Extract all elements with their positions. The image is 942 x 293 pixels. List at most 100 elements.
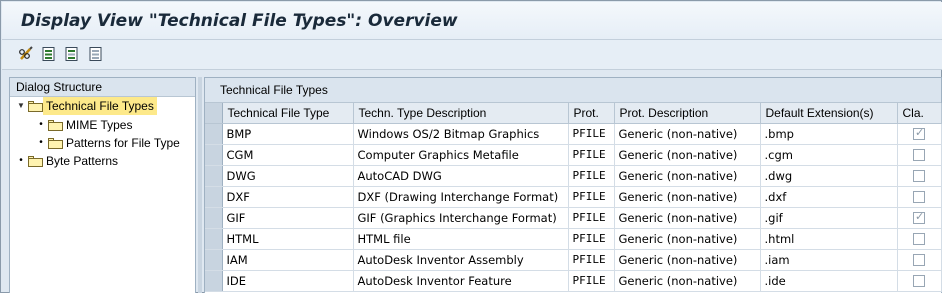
bullet-icon: • <box>39 137 43 148</box>
bullet-icon: • <box>39 119 43 130</box>
column-header-type-description[interactable]: Techn. Type Description <box>353 103 569 124</box>
cell-prot: PFILE <box>568 270 615 292</box>
select-block-button[interactable] <box>63 45 81 63</box>
row-selector[interactable] <box>205 270 223 292</box>
cell-default-extension: .ide <box>760 270 898 292</box>
title-bar: Display View "Technical File Types": Ove… <box>2 2 942 40</box>
cell-prot-description: Generic (non-native) <box>614 228 761 250</box>
row-selector[interactable] <box>205 144 223 166</box>
table-row[interactable]: DWG AutoCAD DWG PFILE Generic (non-native).… <box>205 165 942 187</box>
tree-item-patterns-for-file-type[interactable]: • Patterns for File Type <box>36 134 180 152</box>
expand-arrow-icon[interactable]: ▼ <box>16 97 26 115</box>
glasses-pencil-icon <box>19 46 33 60</box>
dialog-structure-header: Dialog Structure <box>10 78 195 97</box>
cell-prot: PFILE <box>568 207 615 229</box>
technical-file-types-table: Technical File Type Techn. Type Descript… <box>205 103 942 292</box>
cell-default-extension: .dwg <box>760 165 898 187</box>
select-all-icon <box>42 47 55 61</box>
select-block-icon <box>65 47 78 61</box>
table-title: Technical File Types <box>205 78 941 103</box>
tree-item-technical-file-types[interactable]: ▼ Technical File Types <box>16 97 157 115</box>
cell-default-extension: .html <box>760 228 898 250</box>
column-header-prot-description[interactable]: Prot. Description <box>614 103 761 124</box>
cell-cla <box>897 165 942 187</box>
deselect-all-button[interactable] <box>87 45 105 63</box>
tree-item-label: Patterns for File Type <box>66 136 180 150</box>
cell-prot-description: Generic (non-native) <box>614 270 761 292</box>
cla-checkbox[interactable] <box>913 191 925 204</box>
cell-type-description: AutoDesk Inventor Feature <box>353 270 569 292</box>
cla-checkbox[interactable] <box>913 275 925 288</box>
cell-type-description: AutoDesk Inventor Assembly <box>353 249 569 271</box>
cell-prot-description: Generic (non-native) <box>614 165 761 187</box>
cell-type-description: GIF (Graphics Interchange Format) <box>353 207 569 229</box>
cell-type-description: DXF (Drawing Interchange Format) <box>353 186 569 208</box>
cell-prot: PFILE <box>568 186 615 208</box>
folder-icon <box>48 137 63 149</box>
row-selector[interactable] <box>205 186 223 208</box>
cell-cla <box>897 123 942 145</box>
cell-type-description: HTML file <box>353 228 569 250</box>
table-header-row: Technical File Type Techn. Type Descript… <box>205 103 942 124</box>
cell-cla <box>897 228 942 250</box>
cla-checkbox[interactable] <box>913 126 925 141</box>
row-selector[interactable] <box>205 249 223 271</box>
cell-technical-file-type: GIF <box>222 207 354 229</box>
cla-checkbox[interactable] <box>913 149 925 162</box>
cell-technical-file-type: CGM <box>222 144 354 166</box>
cell-prot-description: Generic (non-native) <box>614 249 761 271</box>
row-selector[interactable] <box>205 123 223 145</box>
tree-item-label: Byte Patterns <box>46 154 119 168</box>
select-all-rows-cell[interactable] <box>205 103 223 124</box>
cell-cla <box>897 249 942 271</box>
cell-prot-description: Generic (non-native) <box>614 186 761 208</box>
table-row[interactable]: GIF GIF (Graphics Interchange Format) PFIL… <box>205 207 942 229</box>
cell-technical-file-type: IAM <box>222 249 354 271</box>
table-row[interactable]: IAM AutoDesk Inventor Assembly PFILE Generi… <box>205 249 942 271</box>
cell-type-description: AutoCAD DWG <box>353 165 569 187</box>
table-row[interactable]: IDE AutoDesk Inventor Feature PFILE Generic… <box>205 270 942 292</box>
table-row[interactable]: BMP Windows OS/2 Bitmap Graphics PFILE Gene… <box>205 123 942 145</box>
cell-cla <box>897 270 942 292</box>
column-header-prot[interactable]: Prot. <box>568 103 615 124</box>
table-row[interactable]: CGM Computer Graphics Metafile PFILE Generi… <box>205 144 942 166</box>
cell-type-description: Computer Graphics Metafile <box>353 144 569 166</box>
cla-checkbox[interactable] <box>913 233 925 246</box>
cla-checkbox[interactable] <box>913 254 925 267</box>
bullet-icon: • <box>19 155 23 166</box>
select-all-button[interactable] <box>40 45 58 63</box>
cell-default-extension: .bmp <box>760 123 898 145</box>
pane-splitter[interactable] <box>198 77 202 293</box>
row-selector[interactable] <box>205 165 223 187</box>
column-header-technical-file-type[interactable]: Technical File Type <box>222 103 354 124</box>
cell-default-extension: .iam <box>760 249 898 271</box>
table-row[interactable]: DXF DXF (Drawing Interchange Format) PFILE… <box>205 186 942 208</box>
cell-prot-description: Generic (non-native) <box>614 207 761 229</box>
application-toolbar <box>2 40 942 70</box>
cell-default-extension: .cgm <box>760 144 898 166</box>
deselect-all-icon <box>89 47 102 61</box>
cla-checkbox[interactable] <box>913 170 925 183</box>
cell-technical-file-type: DXF <box>222 186 354 208</box>
cell-cla <box>897 207 942 229</box>
cell-technical-file-type: DWG <box>222 165 354 187</box>
folder-open-icon <box>28 100 43 112</box>
display-change-button[interactable] <box>17 45 35 63</box>
dialog-structure-pane: Dialog Structure ▼ Technical File Types … <box>9 77 196 293</box>
cell-technical-file-type: HTML <box>222 228 354 250</box>
tree-item-byte-patterns[interactable]: • Byte Patterns <box>16 152 118 170</box>
cell-cla <box>897 186 942 208</box>
row-selector[interactable] <box>205 207 223 229</box>
folder-icon <box>28 155 43 167</box>
cell-prot-description: Generic (non-native) <box>614 144 761 166</box>
cla-checkbox[interactable] <box>913 210 925 225</box>
cell-prot: PFILE <box>568 228 615 250</box>
row-selector[interactable] <box>205 228 223 250</box>
table-row[interactable]: HTML HTML file PFILE Generic (non-native) .h… <box>205 228 942 250</box>
cell-prot: PFILE <box>568 165 615 187</box>
cell-default-extension: .gif <box>760 207 898 229</box>
cell-prot: PFILE <box>568 249 615 271</box>
column-header-cla[interactable]: Cla. <box>897 103 942 124</box>
tree-item-mime-types[interactable]: • MIME Types <box>36 116 132 134</box>
column-header-default-extension[interactable]: Default Extension(s) <box>760 103 898 124</box>
